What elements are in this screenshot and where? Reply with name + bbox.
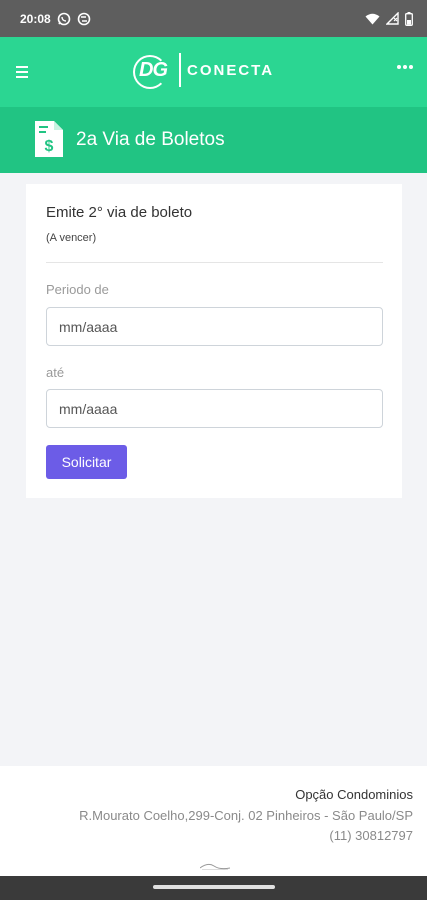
period-to-input[interactable] (46, 389, 383, 428)
footer-phone: (11) 30812797 (329, 828, 413, 843)
app-header: DG CONECTA (0, 37, 427, 107)
form-heading: Emite 2° via de boleto (46, 204, 193, 221)
home-gesture-bar[interactable] (153, 885, 275, 889)
system-nav-bar (0, 876, 427, 900)
period-from-label: Periodo de (46, 282, 109, 297)
battery-icon (405, 11, 413, 26)
boleto-form-card: Emite 2° via de boleto (A vencer) Period… (26, 184, 402, 498)
invoice-dollar-icon: $ (35, 121, 63, 162)
logo-text: CONECTA (187, 61, 275, 79)
whatsapp-icon (57, 12, 71, 26)
signal-icon (386, 12, 399, 25)
period-to-label: até (46, 365, 65, 380)
solicitar-button[interactable]: Solicitar (46, 445, 127, 479)
page-title: 2a Via de Boletos (76, 129, 225, 150)
footer-company: Opção Condominios (295, 787, 413, 802)
status-right (365, 11, 413, 26)
app-logo: DG CONECTA (133, 53, 275, 89)
status-left: 20:08 (20, 12, 91, 26)
sync-icon (77, 12, 91, 26)
status-bar: 20:08 (0, 0, 427, 37)
footer-logo-mark (200, 863, 230, 870)
footer-address: R.Mourato Coelho,299-Conj. 02 Pinheiros … (79, 808, 413, 823)
svg-text:$: $ (45, 138, 54, 155)
status-time: 20:08 (20, 11, 51, 26)
page-title-bar: $ 2a Via de Boletos (0, 107, 427, 173)
form-divider (46, 262, 383, 263)
wifi-icon (365, 13, 380, 25)
period-from-input[interactable] (46, 307, 383, 346)
logo-mark: DG (133, 54, 169, 89)
hamburger-icon[interactable] (12, 61, 34, 83)
footer: Opção Condominios R.Mourato Coelho,299-C… (0, 766, 427, 876)
logo-divider (179, 53, 181, 87)
form-subheading: (A vencer) (46, 232, 97, 244)
more-dots-icon[interactable] (397, 65, 413, 69)
